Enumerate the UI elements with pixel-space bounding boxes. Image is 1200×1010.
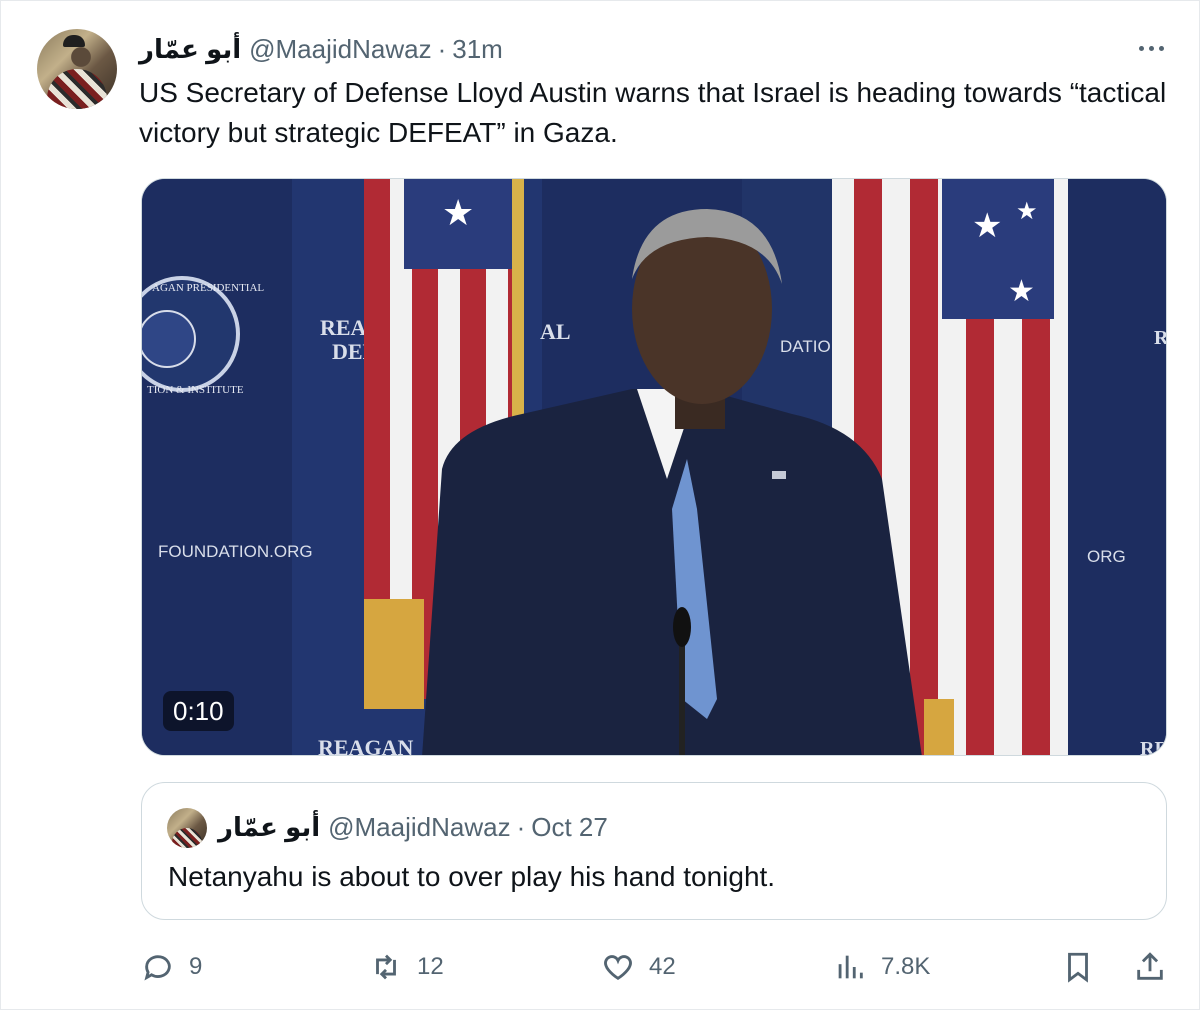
svg-text:★: ★ — [972, 207, 1002, 245]
repost-icon — [376, 954, 396, 980]
views-icon — [838, 955, 863, 979]
more-icon-dot — [1138, 45, 1144, 51]
share-button[interactable] — [1133, 945, 1167, 989]
quoted-author-name[interactable]: أبو عمّار — [218, 812, 320, 843]
bookmark-button[interactable] — [1061, 945, 1095, 989]
tweet-header: أبو عمّار @MaajidNawaz · 31m — [139, 31, 1159, 67]
repost-count: 12 — [417, 953, 444, 980]
quoted-tweet-header: أبو عمّار @MaajidNawaz · Oct 27 — [218, 809, 608, 845]
svg-text:★: ★ — [1016, 198, 1038, 225]
repost-button[interactable]: 12 — [369, 945, 444, 989]
backdrop-text: AL — [540, 319, 571, 344]
bookmark-icon — [1068, 952, 1088, 983]
backdrop-text: RE — [1140, 738, 1167, 756]
author-avatar[interactable] — [37, 29, 117, 109]
avatar-shirt — [47, 69, 107, 109]
backdrop-text: REAGAN — [318, 735, 413, 756]
separator-dot: · — [516, 811, 526, 842]
tweet-card[interactable]: أبو عمّار @MaajidNawaz · 31m US Secretar… — [0, 0, 1200, 1010]
backdrop-text: R — [1154, 327, 1167, 349]
quoted-tweet-date[interactable]: Oct 27 — [531, 812, 608, 843]
quoted-tweet[interactable]: أبو عمّار @MaajidNawaz · Oct 27 Netanyah… — [141, 782, 1167, 920]
heart-icon — [604, 955, 632, 981]
backdrop-text: FOUNDATION.ORG — [158, 542, 313, 561]
views-count: 7.8K — [881, 953, 931, 980]
avatar-cap — [63, 35, 85, 47]
author-handle[interactable]: @MaajidNawaz — [249, 34, 431, 65]
more-options-button[interactable] — [1131, 33, 1171, 63]
more-icon-dot — [1158, 45, 1164, 51]
seal-text-bottom: TION & INSTITUTE — [147, 384, 244, 396]
tweet-timestamp[interactable]: 31m — [452, 34, 503, 65]
avatar-shirt — [172, 828, 202, 848]
separator-dot: · — [437, 33, 447, 64]
reply-count: 9 — [189, 953, 203, 980]
backdrop-text: ORG — [1087, 547, 1126, 566]
like-button[interactable]: 42 — [601, 945, 676, 989]
reply-icon — [144, 955, 171, 981]
more-icon-dot — [1148, 45, 1154, 51]
tweet-text: US Secretary of Defense Lloyd Austin war… — [139, 77, 1167, 148]
quoted-tweet-text: Netanyahu is about to over play his hand… — [168, 861, 776, 892]
quoted-author-handle[interactable]: @MaajidNawaz — [328, 812, 510, 843]
reply-button[interactable]: 9 — [141, 945, 202, 989]
like-count: 42 — [649, 953, 676, 980]
author-name[interactable]: أبو عمّار — [139, 34, 241, 65]
video-player[interactable]: AGAN PRESIDENTIAL TION & INSTITUTE REAG … — [141, 178, 1167, 756]
svg-text:★: ★ — [442, 192, 474, 233]
video-frame: AGAN PRESIDENTIAL TION & INSTITUTE REAG … — [142, 179, 1167, 756]
views-button[interactable]: 7.8K — [833, 945, 930, 989]
seal-text-top: AGAN PRESIDENTIAL — [152, 282, 264, 294]
share-icon — [1137, 952, 1163, 980]
video-duration-badge: 0:10 — [163, 691, 234, 731]
quoted-author-avatar[interactable] — [167, 808, 207, 848]
svg-text:★: ★ — [1008, 275, 1035, 308]
action-bar: 9 12 42 7.8K — [141, 945, 1171, 989]
